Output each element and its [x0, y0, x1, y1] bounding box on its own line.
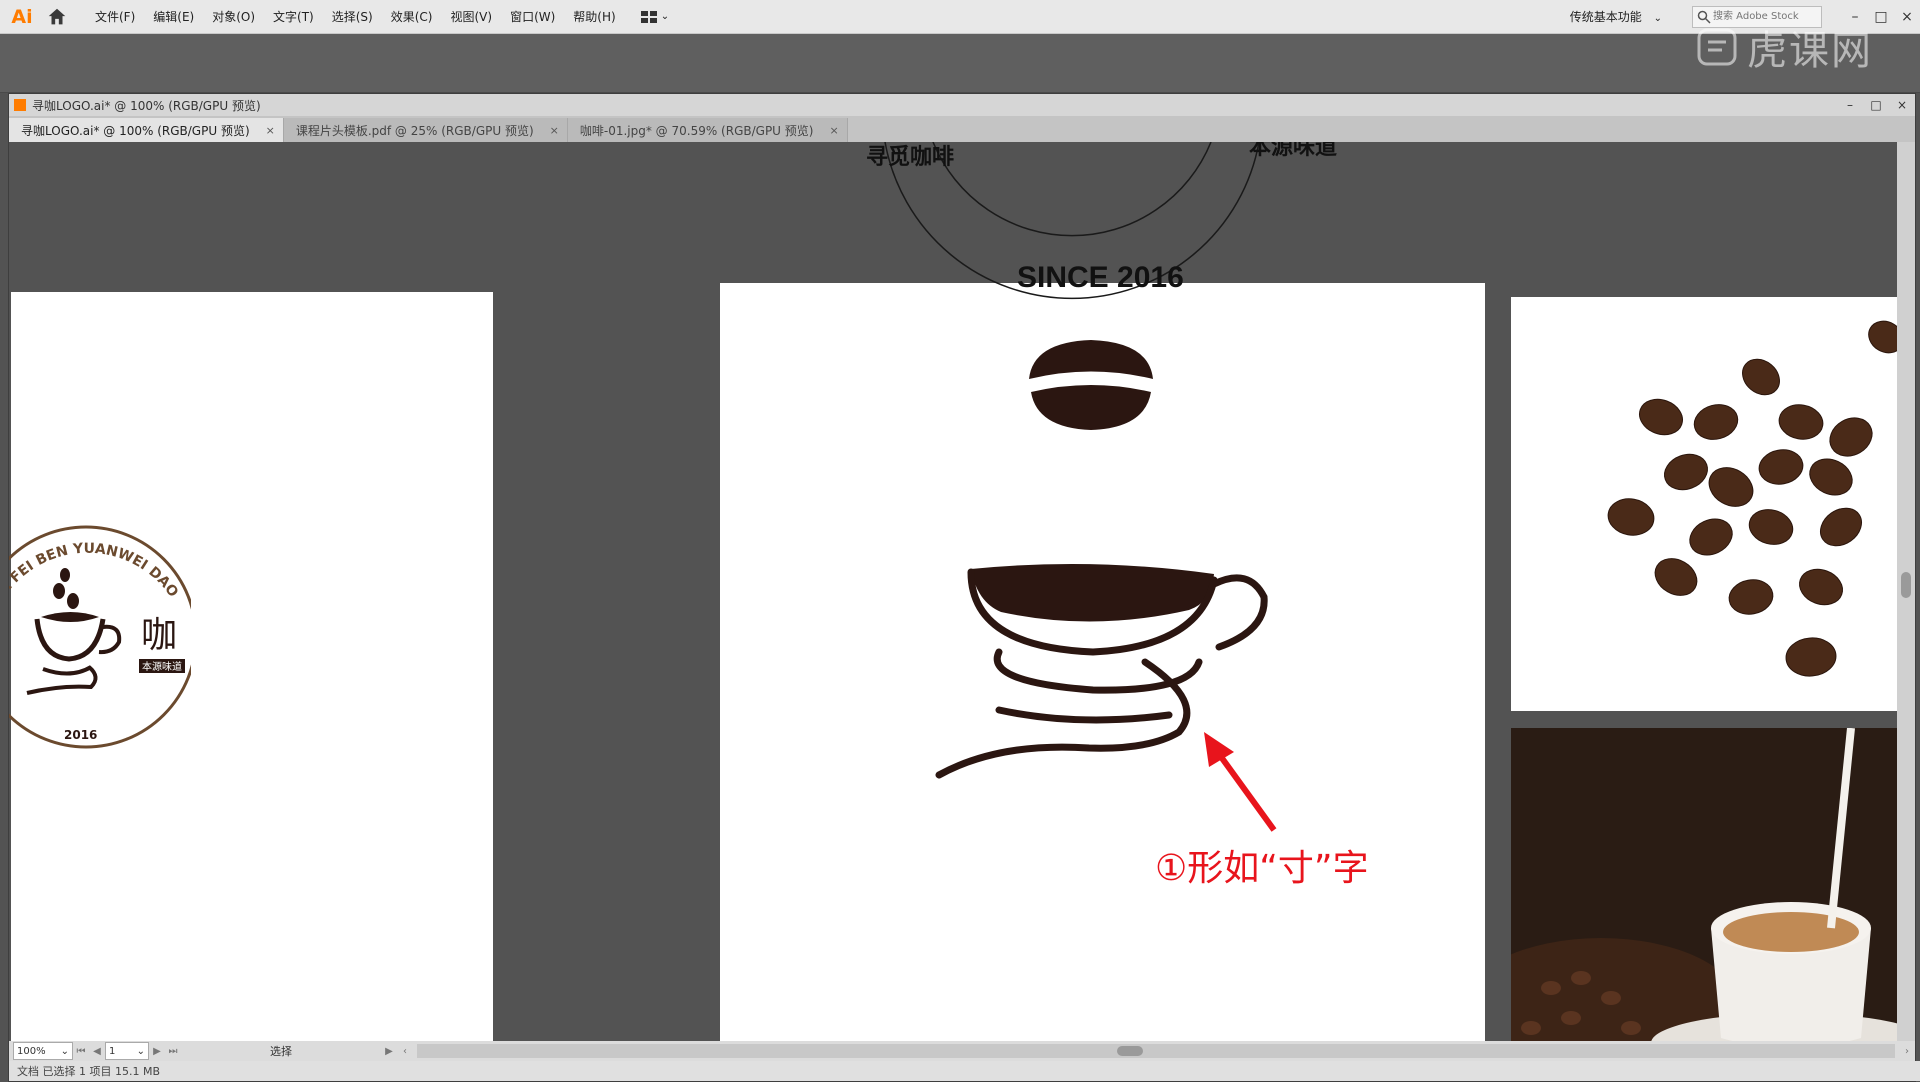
- annotation-text: ①形如“寸”字: [1155, 848, 1369, 889]
- close-icon[interactable]: ×: [829, 124, 838, 137]
- document-tabs: 寻咖LOGO.ai* @ 100% (RGB/GPU 预览) × 课程片头模板.…: [9, 116, 1915, 142]
- info-strip: 文档 已选择 1 项目 15.1 MB: [9, 1061, 1920, 1081]
- tab-label: 寻咖LOGO.ai* @ 100% (RGB/GPU 预览): [21, 123, 250, 138]
- inner-arc[interactable]: [932, 142, 1212, 237]
- close-icon[interactable]: ×: [266, 124, 275, 137]
- arc-text-right[interactable]: 本源味道: [1249, 142, 1337, 160]
- control-bar: [0, 34, 1920, 93]
- coffee-cup-illustration: [1461, 727, 1897, 1041]
- horizontal-scrollbar[interactable]: [417, 1044, 1895, 1058]
- watermark: 虎课网: [1695, 18, 1873, 76]
- close-button[interactable]: ×: [1894, 9, 1920, 25]
- watermark-text: 虎课网: [1747, 28, 1873, 74]
- document-info: 文档 已选择 1 项目 15.1 MB: [17, 1065, 161, 1078]
- document-title: 寻咖LOGO.ai* @ 100% (RGB/GPU 预览): [32, 98, 261, 113]
- artboard-select[interactable]: 1 ⌄: [105, 1042, 149, 1060]
- tab-logo-ai[interactable]: 寻咖LOGO.ai* @ 100% (RGB/GPU 预览) ×: [9, 118, 284, 142]
- vertical-scrollbar[interactable]: [1897, 142, 1915, 1041]
- chevron-down-icon: ⌄: [1653, 13, 1662, 24]
- arrange-documents-button[interactable]: ⌄: [640, 10, 670, 24]
- app-logo: Ai: [11, 5, 33, 28]
- menu-view[interactable]: 视图(V): [441, 8, 501, 25]
- chevron-down-icon: ⌄: [660, 11, 670, 22]
- workspace-switcher[interactable]: 传统基本功能 ⌄: [1570, 8, 1662, 25]
- menu-edit[interactable]: 编辑(E): [144, 8, 203, 25]
- coffee-cup-photo[interactable]: [1461, 727, 1897, 1041]
- doc-close-button[interactable]: ×: [1889, 98, 1915, 112]
- first-artboard-icon[interactable]: ⏮: [73, 1046, 89, 1057]
- status-bar: 100% ⌄ ⏮ ◀ 1 ⌄ ▶ ⏭ 选择 ▶ ‹ ›: [9, 1041, 1915, 1061]
- annotation-arrow: [1204, 732, 1277, 832]
- menu-window[interactable]: 窗口(W): [501, 8, 564, 25]
- coffee-beans-photo[interactable]: [1511, 297, 1897, 711]
- menu-type[interactable]: 文字(T): [264, 8, 323, 25]
- menu-help[interactable]: 帮助(H): [564, 8, 624, 25]
- zoom-select[interactable]: 100% ⌄: [13, 1042, 73, 1060]
- coffee-bean-shape[interactable]: [1029, 340, 1153, 430]
- chevron-down-icon: ⌄: [136, 1045, 145, 1057]
- coffee-beans-illustration: [1607, 320, 1897, 677]
- grid-icon: [640, 10, 657, 23]
- menu-select[interactable]: 选择(S): [323, 8, 382, 25]
- next-artboard-icon[interactable]: ▶: [149, 1046, 165, 1057]
- watermark-logo-icon: [1697, 28, 1737, 66]
- menu-bar: Ai 文件(F) 编辑(E) 对象(O) 文字(T) 选择(S) 效果(C) 视…: [0, 0, 1920, 34]
- scroll-thumb[interactable]: [1117, 1046, 1143, 1056]
- chevron-down-icon: ⌄: [60, 1045, 69, 1057]
- arc-text-left[interactable]: 寻觅咖啡: [866, 145, 954, 170]
- document-titlebar: 寻咖LOGO.ai* @ 100% (RGB/GPU 预览) – □ ×: [9, 94, 1915, 116]
- doc-minimize-button[interactable]: –: [1837, 98, 1863, 112]
- zoom-value: 100%: [17, 1045, 46, 1057]
- scroll-left-icon[interactable]: ‹: [397, 1046, 413, 1057]
- ai-file-icon: [14, 99, 26, 111]
- menu-effect[interactable]: 效果(C): [382, 8, 442, 25]
- home-icon[interactable]: [46, 6, 68, 28]
- canvas[interactable]: MI KA FEI BEN YUANWEI DAO 咖 本源味道 2016: [9, 142, 1897, 1041]
- menu-file[interactable]: 文件(F): [86, 8, 144, 25]
- tab-coffee-jpg[interactable]: 咖啡-01.jpg* @ 70.59% (RGB/GPU 预览) ×: [567, 118, 848, 142]
- current-tool-status: 选择: [270, 1045, 292, 1058]
- since-text[interactable]: SINCE 2016: [1017, 261, 1184, 294]
- artboard-number: 1: [109, 1045, 116, 1057]
- doc-maximize-button[interactable]: □: [1863, 98, 1889, 112]
- scroll-right-icon[interactable]: ›: [1899, 1046, 1915, 1057]
- close-icon[interactable]: ×: [550, 124, 559, 137]
- tab-template-pdf[interactable]: 课程片头模板.pdf @ 25% (RGB/GPU 预览) ×: [283, 118, 568, 142]
- workspace-label: 传统基本功能: [1569, 10, 1642, 24]
- status-menu-icon[interactable]: ▶: [381, 1046, 397, 1057]
- tab-label: 咖啡-01.jpg* @ 70.59% (RGB/GPU 预览): [579, 123, 814, 138]
- scroll-thumb[interactable]: [1901, 572, 1911, 598]
- last-artboard-icon[interactable]: ⏭: [165, 1046, 181, 1057]
- document-window: 寻咖LOGO.ai* @ 100% (RGB/GPU 预览) – □ × 寻咖L…: [8, 93, 1920, 1082]
- tab-label: 课程片头模板.pdf @ 25% (RGB/GPU 预览): [295, 123, 534, 138]
- prev-artboard-icon[interactable]: ◀: [89, 1046, 105, 1057]
- menu-object[interactable]: 对象(O): [203, 8, 264, 25]
